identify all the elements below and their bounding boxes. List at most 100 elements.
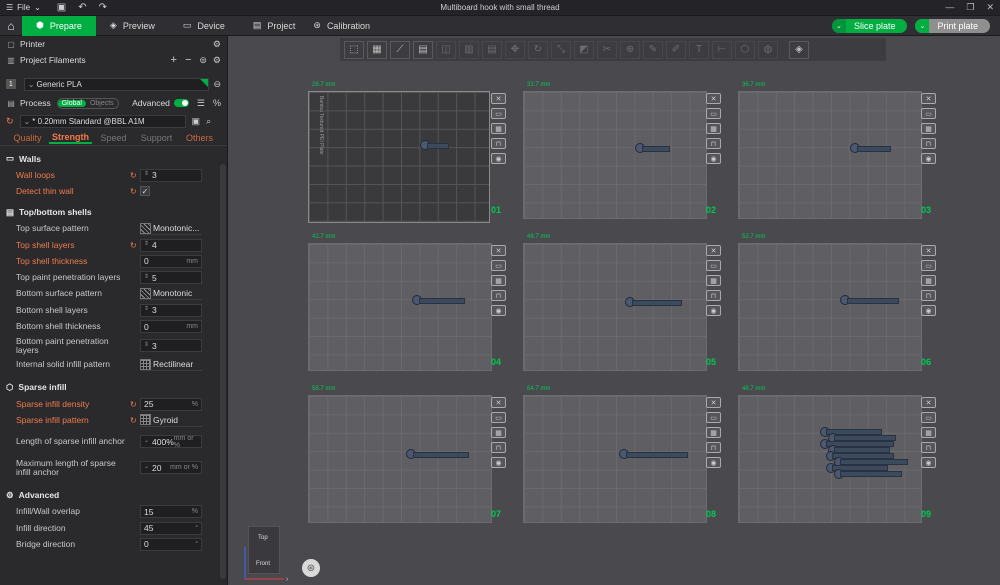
subtab-strength[interactable]: Strength [49,132,92,144]
stepper-icon[interactable]: ⇕ [144,341,149,351]
hook-model[interactable] [840,471,902,477]
eye-icon[interactable]: ◉ [921,153,936,164]
hook-model[interactable] [632,300,682,306]
close-icon[interactable]: ✕ [986,2,994,13]
eye-icon[interactable]: ◉ [706,457,721,468]
plate-03[interactable] [738,91,922,219]
close-icon[interactable]: ✕ [921,397,936,408]
close-icon[interactable]: ✕ [491,245,506,256]
bottom-shell-layers-input[interactable]: ⇕ 3 [140,303,202,317]
filament-settings-icon[interactable]: ⊖ [213,79,221,90]
save-icon[interactable]: ▣ [51,2,72,13]
close-icon[interactable]: ✕ [706,245,721,256]
orient-icon[interactable]: ▭ [491,108,506,119]
top-surface-pattern-select[interactable]: Monotonic... [140,222,202,236]
sparse-anchor-length-input[interactable]: ⌄ 400% mm or % [140,435,202,449]
sparse-infill-density-input[interactable]: 25% [140,397,202,411]
variable-layer-icon[interactable]: ▤ [482,40,502,59]
tab-prepare[interactable]: ⬢ Prepare [22,15,96,36]
text-icon[interactable]: T [689,40,709,59]
eye-icon[interactable]: ◉ [706,153,721,164]
orient-icon[interactable]: ▭ [491,260,506,271]
remove-filament-icon[interactable]: − [185,54,191,66]
printer-row[interactable]: ▢ Printer ⚙ [0,36,227,52]
close-icon[interactable]: ✕ [491,93,506,104]
undo-icon[interactable]: ↶ [72,2,92,13]
search-icon[interactable]: ⌕ [206,116,211,127]
lock-icon[interactable]: ⊓ [706,138,721,149]
plate-02[interactable] [523,91,707,219]
orient-icon[interactable]: ▭ [706,260,721,271]
subtab-speed[interactable]: Speed [92,133,135,143]
rotate-icon[interactable]: ↻ [528,40,548,59]
orient-icon[interactable]: ▭ [921,108,936,119]
arrange-grid-icon[interactable]: ▦ [367,40,387,59]
arrange-icon[interactable]: ▦ [491,123,506,134]
viewport-settings-icon[interactable]: ⊛ [302,559,320,577]
arrange-icon[interactable]: ▦ [491,275,506,286]
tab-calibration[interactable]: ⊛ Calibration [309,16,384,36]
advanced-toggle[interactable] [173,99,189,107]
plate-08[interactable] [523,395,707,523]
slice-plate-button[interactable]: ⌄ Slice plate [831,19,908,33]
percent-icon[interactable]: % [213,98,221,108]
global-option[interactable]: Global [57,99,86,107]
reset-icon[interactable]: ↻ [130,241,140,250]
lock-icon[interactable]: ⊓ [706,290,721,301]
top-shell-thickness-input[interactable]: 0 mm [140,254,202,268]
hook-model[interactable] [626,452,688,458]
stepper-icon[interactable]: ⇕ [144,170,149,180]
lock-icon[interactable]: ⊓ [921,290,936,301]
stepper-icon[interactable]: ⇕ [144,273,149,283]
arrange-icon[interactable]: ▦ [491,427,506,438]
assembly-icon[interactable]: ⬡ [735,40,755,59]
3d-viewport[interactable]: ⬚ ▦ ⟋ ▤ ◫ ▥ ▤ ✥ ↻ ⤡ ◩ ✂ ⊕ ✎ ✐ T ⊢ ⬡ ◍ ◈ … [228,36,1000,585]
seam-paint-icon[interactable]: ✐ [666,40,686,59]
stepper-icon[interactable]: ⇕ [144,240,149,250]
infill-direction-input[interactable]: 45 ° [140,521,202,535]
save-preset-icon[interactable]: ▣ [192,116,201,127]
color-paint-icon[interactable]: ◍ [758,40,778,59]
lock-icon[interactable]: ⊓ [491,290,506,301]
orient-icon[interactable]: ⟋ [390,40,410,59]
preset-select[interactable]: ⌄ * 0.20mm Standard @BBL A1M [19,114,186,128]
hook-model[interactable] [847,298,899,304]
support-paint-icon[interactable]: ✎ [643,40,663,59]
cut-icon[interactable]: ✂ [597,40,617,59]
internal-solid-infill-select[interactable]: Rectilinear [140,358,202,372]
lay-on-face-icon[interactable]: ◩ [574,40,594,59]
eye-icon[interactable]: ◉ [491,457,506,468]
file-menu[interactable]: ☰ File ⌄ [0,3,41,12]
orient-icon[interactable]: ▭ [921,260,936,271]
reset-icon[interactable]: ↻ [130,187,140,196]
hook-model[interactable] [413,452,469,458]
tab-device[interactable]: ▭ Device [169,16,239,36]
restore-icon[interactable]: ❐ [966,2,974,13]
eye-icon[interactable]: ◉ [706,305,721,316]
close-icon[interactable]: ✕ [921,245,936,256]
lock-icon[interactable]: ⊓ [491,138,506,149]
chevron-down-icon[interactable]: ⌄ [831,19,846,33]
add-object-icon[interactable]: ⬚ [344,40,364,59]
measure-icon[interactable]: ⊢ [712,40,732,59]
list-icon[interactable]: ☰ [197,98,205,109]
eye-icon[interactable]: ◉ [491,305,506,316]
lock-icon[interactable]: ⊓ [921,138,936,149]
arrange-icon[interactable]: ▦ [706,123,721,134]
global-objects-toggle[interactable]: Global Objects [56,97,119,109]
wall-loops-input[interactable]: ⇕ 3 [140,168,202,182]
lock-icon[interactable]: ⊓ [921,442,936,453]
gear-icon[interactable]: ⚙ [213,39,221,50]
arrange-icon[interactable]: ▦ [921,427,936,438]
sidebar-scrollbar[interactable] [220,164,226,579]
arrange-icon[interactable]: ▦ [921,275,936,286]
gear-icon[interactable]: ⚙ [213,55,221,66]
objects-option[interactable]: Objects [86,100,118,107]
plate-05[interactable] [523,243,707,371]
detect-thin-wall-checkbox[interactable]: ✓ [140,186,150,197]
reset-icon[interactable]: ↻ [130,171,140,180]
view-icon[interactable]: ◈ [789,40,809,59]
hook-model[interactable] [419,298,465,304]
infill-wall-overlap-input[interactable]: 15% [140,505,202,519]
add-filament-icon[interactable]: + [171,54,177,66]
